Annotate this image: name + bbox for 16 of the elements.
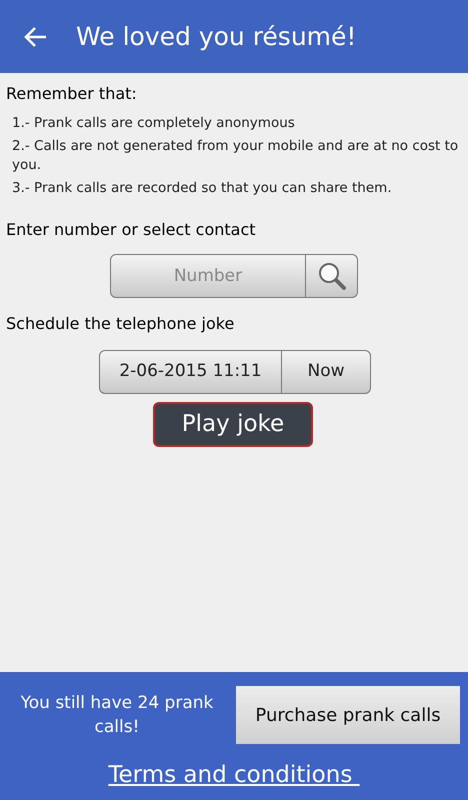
terms-link[interactable]: Terms and conditions	[108, 758, 360, 792]
date-time-button[interactable]: 2-06-2015 11:11	[99, 350, 282, 394]
number-field[interactable]: Number	[110, 254, 306, 298]
section-heading: Schedule the telephone joke	[6, 313, 236, 335]
remaining-calls-text: You still have 24 prank calls!	[20, 692, 214, 739]
notice-item: 2.- Calls are not generated from your mobile and are at no cost to you.	[12, 137, 460, 175]
purchase-button[interactable]: Purchase prank calls	[236, 686, 460, 744]
notice-item: 1.- Prank calls are completely anonymous	[12, 114, 296, 133]
contact-search-button[interactable]	[306, 254, 358, 298]
play-joke-button[interactable]: Play joke	[153, 402, 313, 447]
section-heading: Remember that:	[6, 83, 138, 105]
section-heading: Enter number or select contact	[6, 219, 257, 241]
now-button[interactable]: Now	[282, 350, 371, 394]
screen-title: We loved you résumé!	[76, 20, 356, 53]
notice-item: 3.- Prank calls are recorded so that you can share them.	[12, 179, 393, 198]
back-arrow-icon[interactable]	[24, 26, 48, 48]
